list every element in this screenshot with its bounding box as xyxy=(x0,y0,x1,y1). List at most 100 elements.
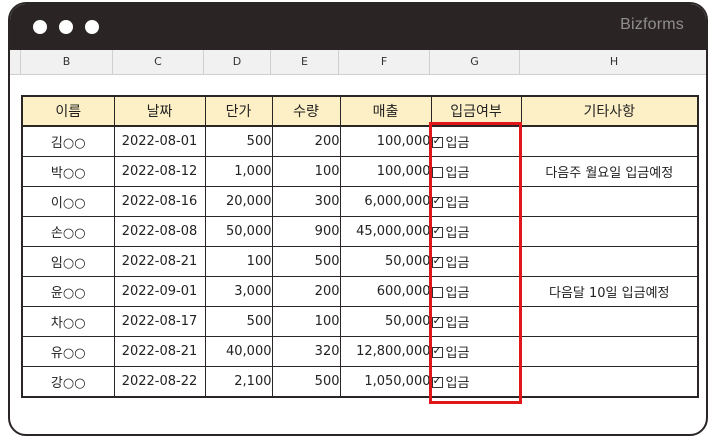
cell-price[interactable]: 2,100 xyxy=(204,366,273,398)
cell-paid[interactable]: 입금 xyxy=(430,216,522,247)
cell-price[interactable]: 100 xyxy=(204,246,273,277)
cell-name[interactable]: 강○○ xyxy=(21,366,115,398)
cell-paid[interactable]: 입금 xyxy=(430,246,522,277)
cell-quantity[interactable]: 200 xyxy=(271,276,341,307)
cell-sales[interactable]: 100,000 xyxy=(339,125,432,157)
title-bar: Bizforms xyxy=(10,4,706,50)
cell-date[interactable]: 2022-08-21 xyxy=(113,246,206,277)
cell-note[interactable] xyxy=(520,246,699,277)
cell-quantity[interactable]: 200 xyxy=(271,125,341,157)
cell-paid[interactable]: 입금 xyxy=(430,366,522,398)
cell-note[interactable] xyxy=(520,366,699,398)
window-close-dot[interactable] xyxy=(33,20,47,34)
cell-sales[interactable]: 600,000 xyxy=(339,276,432,307)
paid-checkbox[interactable] xyxy=(431,134,443,148)
paid-checkbox[interactable] xyxy=(431,254,443,268)
cell-date[interactable]: 2022-08-17 xyxy=(113,306,206,337)
cell-name[interactable]: 임○○ xyxy=(21,246,115,277)
cell-quantity[interactable]: 500 xyxy=(271,246,341,277)
paid-label: 입금 xyxy=(445,256,470,271)
cell-paid[interactable]: 입금 xyxy=(430,156,522,187)
column-header-d[interactable]: D xyxy=(204,50,271,74)
cell-note[interactable] xyxy=(520,306,699,337)
cell-paid[interactable]: 입금 xyxy=(430,125,522,157)
paid-checkbox[interactable] xyxy=(431,194,443,208)
cell-date[interactable]: 2022-08-01 xyxy=(113,125,206,157)
cell-price[interactable]: 20,000 xyxy=(204,186,273,217)
spreadsheet-window: Bizforms B C D E F G H 이름 날짜 단가 수량 매출 입금… xyxy=(8,2,708,436)
cell-note[interactable] xyxy=(520,186,699,217)
cell-date[interactable]: 2022-08-12 xyxy=(113,156,206,187)
cell-date[interactable]: 2022-08-22 xyxy=(113,366,206,398)
cell-quantity[interactable]: 100 xyxy=(271,306,341,337)
header-date: 날짜 xyxy=(113,95,206,127)
paid-checkbox[interactable] xyxy=(431,224,443,238)
cell-date[interactable]: 2022-08-21 xyxy=(113,336,206,367)
cell-price[interactable]: 500 xyxy=(204,125,273,157)
column-header-h[interactable]: H xyxy=(520,50,706,74)
cell-price[interactable]: 3,000 xyxy=(204,276,273,307)
cell-date[interactable]: 2022-09-01 xyxy=(113,276,206,307)
cell-note[interactable] xyxy=(520,216,699,247)
cell-quantity[interactable]: 500 xyxy=(271,366,341,398)
paid-checkbox[interactable] xyxy=(431,344,443,358)
table-header-row: 이름 날짜 단가 수량 매출 입금여부 기타사항 xyxy=(21,95,699,127)
cell-sales[interactable]: 6,000,000 xyxy=(339,186,432,217)
cell-price[interactable]: 500 xyxy=(204,306,273,337)
cell-note[interactable]: 다음주 월요일 입금예정 xyxy=(520,156,699,187)
table-row: 임○○ 2022-08-21 100 500 50,000 입금 xyxy=(21,246,699,277)
cell-date[interactable]: 2022-08-08 xyxy=(113,216,206,247)
column-header-e[interactable]: E xyxy=(271,50,339,74)
cell-paid[interactable]: 입금 xyxy=(430,186,522,217)
cell-sales[interactable]: 1,050,000 xyxy=(339,366,432,398)
cell-quantity[interactable]: 300 xyxy=(271,186,341,217)
cell-name[interactable]: 차○○ xyxy=(21,306,115,337)
table-row: 박○○ 2022-08-12 1,000 100 100,000 입금 다음주 … xyxy=(21,156,699,187)
cell-sales[interactable]: 50,000 xyxy=(339,246,432,277)
header-notes: 기타사항 xyxy=(520,95,699,127)
cell-name[interactable]: 박○○ xyxy=(21,156,115,187)
column-header-g[interactable]: G xyxy=(430,50,520,74)
cell-name[interactable]: 이○○ xyxy=(21,186,115,217)
cell-sales[interactable]: 100,000 xyxy=(339,156,432,187)
cell-sales[interactable]: 45,000,000 xyxy=(339,216,432,247)
cell-price[interactable]: 1,000 xyxy=(204,156,273,187)
table-row: 이○○ 2022-08-16 20,000 300 6,000,000 입금 xyxy=(21,186,699,217)
paid-checkbox[interactable] xyxy=(431,167,443,178)
cell-quantity[interactable]: 100 xyxy=(271,156,341,187)
cell-name[interactable]: 손○○ xyxy=(21,216,115,247)
column-header-c[interactable]: C xyxy=(113,50,204,74)
cell-sales[interactable]: 12,800,000 xyxy=(339,336,432,367)
header-paid: 입금여부 xyxy=(430,95,522,127)
paid-checkbox[interactable] xyxy=(431,287,443,298)
cell-quantity[interactable]: 320 xyxy=(271,336,341,367)
cell-note[interactable] xyxy=(520,336,699,367)
paid-label: 입금 xyxy=(445,226,470,241)
header-name: 이름 xyxy=(21,95,115,127)
cell-name[interactable]: 유○○ xyxy=(21,336,115,367)
cell-price[interactable]: 50,000 xyxy=(204,216,273,247)
table-row: 강○○ 2022-08-22 2,100 500 1,050,000 입금 xyxy=(21,366,699,398)
cell-date[interactable]: 2022-08-16 xyxy=(113,186,206,217)
cell-paid[interactable]: 입금 xyxy=(430,306,522,337)
cell-name[interactable]: 윤○○ xyxy=(21,276,115,307)
cell-quantity[interactable]: 900 xyxy=(271,216,341,247)
window-minimize-dot[interactable] xyxy=(59,20,73,34)
cell-sales[interactable]: 50,000 xyxy=(339,306,432,337)
column-header-b[interactable]: B xyxy=(21,50,113,74)
header-sales: 매출 xyxy=(339,95,432,127)
paid-checkbox[interactable] xyxy=(431,374,443,388)
paid-checkbox[interactable] xyxy=(431,314,443,328)
paid-label: 입금 xyxy=(445,346,470,361)
payment-table: 이름 날짜 단가 수량 매출 입금여부 기타사항 김○○ 2022-08-01 … xyxy=(21,95,699,398)
cell-price[interactable]: 40,000 xyxy=(204,336,273,367)
cell-name[interactable]: 김○○ xyxy=(21,125,115,157)
cell-paid[interactable]: 입금 xyxy=(430,276,522,307)
cell-note[interactable]: 다음달 10일 입금예정 xyxy=(520,276,699,307)
window-maximize-dot[interactable] xyxy=(85,20,99,34)
cell-paid[interactable]: 입금 xyxy=(430,336,522,367)
cell-note[interactable] xyxy=(520,125,699,157)
column-header-f[interactable]: F xyxy=(339,50,430,74)
paid-label: 입금 xyxy=(445,316,470,331)
column-header-bar: B C D E F G H xyxy=(10,50,706,75)
